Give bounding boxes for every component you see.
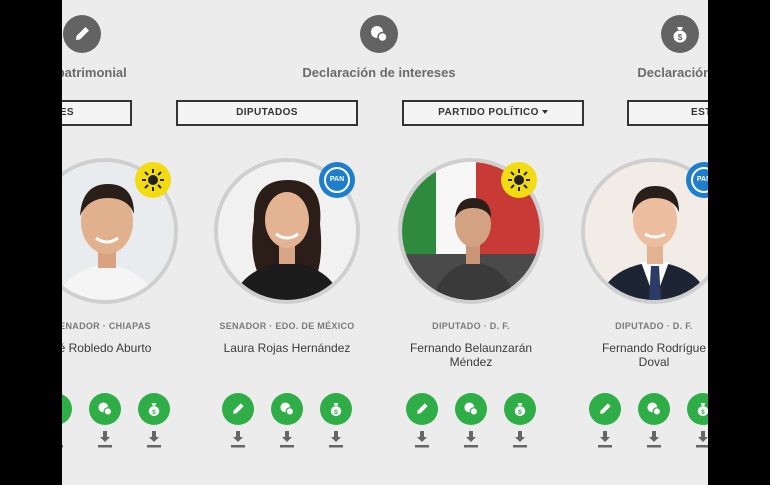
money-bag-icon: $ xyxy=(661,15,699,53)
download-icon[interactable] xyxy=(597,430,613,448)
fiscal-button[interactable]: $ xyxy=(687,393,708,425)
svg-text:$: $ xyxy=(678,33,683,42)
legislator-role: ENADOR · CHIAPAS xyxy=(62,321,151,331)
fiscal-button[interactable]: $ xyxy=(138,393,170,425)
declaration-actions: $ xyxy=(381,393,561,425)
download-row xyxy=(381,430,561,448)
legislator-card[interactable]: PAN SENADOR · EDO. DE MÉXICO Laura Rojas… xyxy=(197,158,377,448)
declaration-actions: $ xyxy=(62,393,195,425)
filter-estado-button[interactable]: EST xyxy=(627,100,708,126)
intereses-button[interactable] xyxy=(89,393,121,425)
party-prd-badge xyxy=(135,162,171,198)
party-prd-badge xyxy=(501,162,537,198)
download-row xyxy=(564,430,708,448)
download-icon[interactable] xyxy=(146,430,162,448)
legislator-name: Fernando Rodrígue Doval xyxy=(601,341,707,369)
download-icon[interactable] xyxy=(414,430,430,448)
legislator-card[interactable]: PAN DIPUTADO · D. F. Fernando RodrígueDo… xyxy=(564,158,708,448)
legislator-name: Laura Rojas Hernández xyxy=(223,341,351,355)
declaration-actions: $ xyxy=(197,393,377,425)
header-label-intereses: Declaración de intereses xyxy=(302,65,456,80)
legislator-card[interactable]: ENADOR · CHIAPAS é Robledo Aburto $ xyxy=(62,158,195,448)
svg-text:$: $ xyxy=(152,409,156,416)
download-icon[interactable] xyxy=(463,430,479,448)
download-icon[interactable] xyxy=(512,430,528,448)
legislator-role: DIPUTADO · D. F. xyxy=(615,321,693,331)
svg-text:$: $ xyxy=(701,409,705,416)
download-icon[interactable] xyxy=(328,430,344,448)
download-icon[interactable] xyxy=(646,430,662,448)
patrimonial-button[interactable] xyxy=(62,393,72,425)
svg-text:$: $ xyxy=(334,409,338,416)
download-icon[interactable] xyxy=(695,430,708,448)
header-intereses[interactable]: Declaración de intereses xyxy=(259,15,499,80)
download-row xyxy=(197,430,377,448)
intereses-button[interactable] xyxy=(271,393,303,425)
patrimonial-button[interactable] xyxy=(222,393,254,425)
svg-text:$: $ xyxy=(518,409,522,416)
legislator-role: DIPUTADO · D. F. xyxy=(432,321,510,331)
legislator-role: SENADOR · EDO. DE MÉXICO xyxy=(219,321,355,331)
fiscal-button[interactable]: $ xyxy=(320,393,352,425)
download-icon[interactable] xyxy=(97,430,113,448)
fiscal-button[interactable]: $ xyxy=(504,393,536,425)
caret-down-icon xyxy=(541,110,548,115)
legislator-card[interactable]: DIPUTADO · D. F. Fernando Belaunzarán Mén… xyxy=(381,158,561,448)
download-row xyxy=(62,430,195,448)
legislator-name: Fernando Belaunzarán Méndez xyxy=(409,341,533,369)
filter-partido-button[interactable]: PARTIDO POLÍTICO xyxy=(402,100,584,126)
filter-diputados-button[interactable]: DIPUTADOS xyxy=(176,100,358,126)
header-label-fiscal: Declaración F xyxy=(637,65,708,80)
header-label-patrimonial: ón patrimonial xyxy=(62,65,127,80)
intereses-button[interactable] xyxy=(455,393,487,425)
header-patrimonial[interactable]: ón patrimonial xyxy=(62,15,202,80)
chat-bubbles-icon xyxy=(360,15,398,53)
download-icon[interactable] xyxy=(62,430,64,448)
patrimonial-button[interactable] xyxy=(406,393,438,425)
legislator-name: é Robledo Aburto xyxy=(62,341,152,355)
filter-senadores-button[interactable]: ES xyxy=(62,100,132,126)
party-pan-badge: PAN xyxy=(319,162,355,198)
download-icon[interactable] xyxy=(279,430,295,448)
patrimonial-button[interactable] xyxy=(589,393,621,425)
header-fiscal[interactable]: $ Declaración F xyxy=(560,15,708,80)
pen-icon xyxy=(63,15,101,53)
intereses-button[interactable] xyxy=(638,393,670,425)
legislators-panel: ón patrimonial Declaración de intereses … xyxy=(62,0,708,485)
declaration-actions: $ xyxy=(564,393,708,425)
download-icon[interactable] xyxy=(230,430,246,448)
